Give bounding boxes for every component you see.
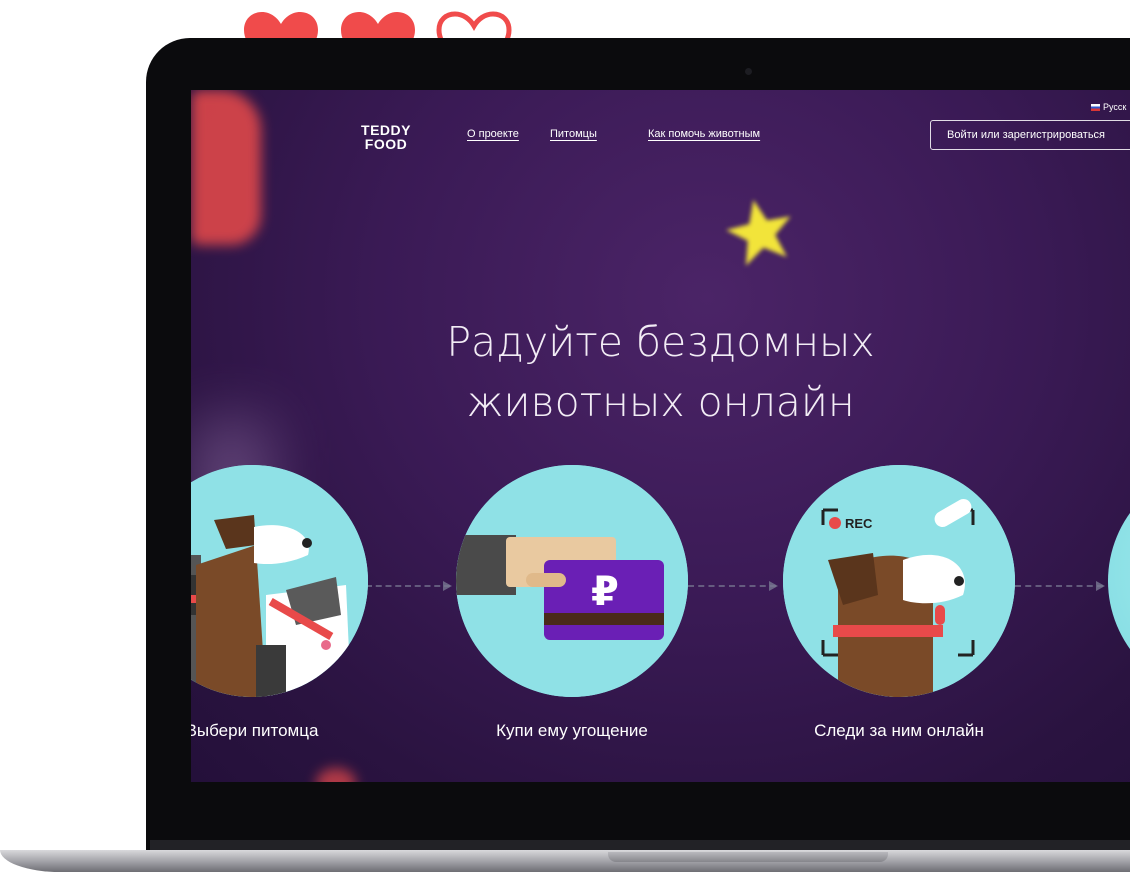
laptop-bezel-bottom xyxy=(146,782,1130,820)
step-watch-online[interactable]: REC Следи за ним онлайн xyxy=(783,465,1015,740)
language-switcher[interactable]: Русск xyxy=(1091,102,1126,112)
decor-blur-shape xyxy=(191,90,261,245)
ruble-icon: ₽ xyxy=(591,569,619,615)
nav-link-help[interactable]: Как помочь животным xyxy=(648,128,760,140)
website-screen: TEDDY FOOD О проекте Питомцы Как помочь … xyxy=(191,90,1130,782)
step-connector-arrow xyxy=(366,581,452,591)
step-label: Р xyxy=(1013,721,1130,741)
step-connector-arrow xyxy=(688,581,778,591)
payment-card-illustration: ₽ xyxy=(456,465,688,697)
step-fourth[interactable]: Р xyxy=(1108,465,1130,697)
nav-link-pets[interactable]: Питомцы xyxy=(550,128,597,140)
logo-line: TEDDY xyxy=(361,122,411,138)
dogs-illustration xyxy=(191,465,368,697)
step-label: Выбери питомца xyxy=(191,721,319,740)
laptop-deck xyxy=(0,850,1130,872)
webcam-icon xyxy=(745,68,752,75)
step-choose-pet[interactable]: Выбери питомца xyxy=(191,465,368,740)
russia-flag-icon xyxy=(1091,104,1100,112)
step-connector-arrow xyxy=(1015,581,1105,591)
hero-title: Радуйте бездомных животных онлайн xyxy=(191,312,1130,432)
decor-blur-shape xyxy=(316,768,356,782)
nav-link-about[interactable]: О проекте xyxy=(467,128,519,140)
laptop-base xyxy=(0,840,1130,879)
hero-title-line: Радуйте бездомных xyxy=(446,318,875,366)
laptop-notch xyxy=(608,852,888,862)
step-label: Следи за ним онлайн xyxy=(814,721,984,740)
language-label: Русск xyxy=(1103,102,1127,112)
login-register-button[interactable]: Войти или зарегистрироваться xyxy=(930,120,1130,150)
camera-dog-illustration: REC xyxy=(783,465,1015,697)
step-label: Купи ему угощение xyxy=(496,721,648,740)
hero-title-line: животных онлайн xyxy=(466,378,855,426)
logo-line: FOOD xyxy=(364,136,408,152)
step-illustration xyxy=(1108,465,1130,697)
star-icon xyxy=(724,195,796,267)
teddy-food-logo[interactable]: TEDDY FOOD xyxy=(355,123,417,151)
step-buy-treat[interactable]: ₽ Купи ему угощение xyxy=(456,465,688,740)
rec-label: REC xyxy=(845,516,873,531)
